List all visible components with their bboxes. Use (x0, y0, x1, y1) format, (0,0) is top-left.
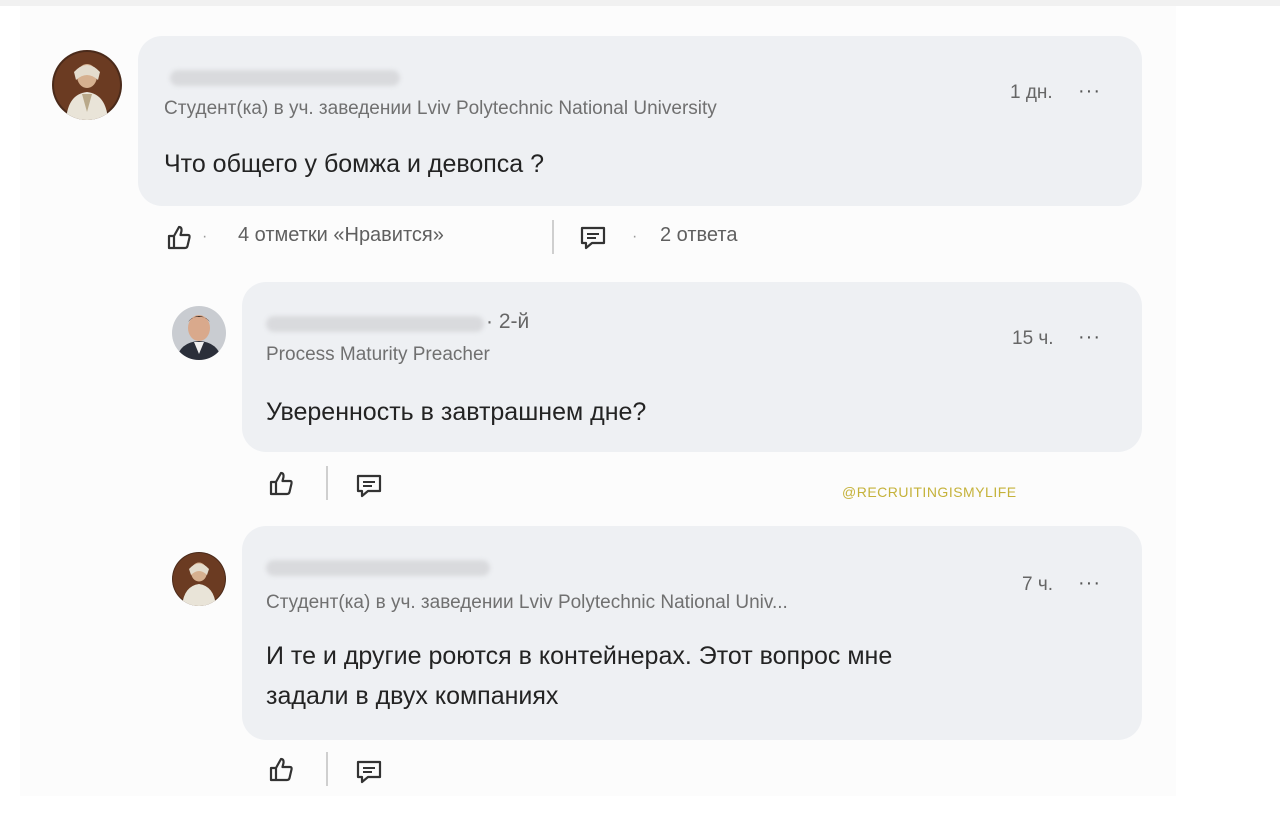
separator-dot: · (202, 228, 208, 245)
bottom-margin (0, 796, 1280, 840)
comment-icon (356, 760, 382, 784)
comment-more-button[interactable]: ··· (1078, 80, 1101, 103)
reply1-like-button[interactable] (268, 470, 294, 496)
commenter-name-redacted (170, 70, 400, 86)
reply1-name-redacted (266, 316, 484, 332)
thumbs-up-icon (167, 225, 191, 250)
reply2-like-button[interactable] (268, 756, 294, 782)
page: Студент(ка) в уч. заведении Lviv Polytec… (0, 0, 1280, 840)
reply2-reply-button[interactable] (356, 760, 382, 784)
thumbs-up-icon (269, 757, 293, 782)
comments-feed: Студент(ка) в уч. заведении Lviv Polytec… (20, 6, 1176, 796)
comment-icon (356, 474, 382, 498)
reply2-text-line1: И те и другие роются в контейнерах. Этот… (266, 642, 893, 670)
reply2-timestamp: 7 ч. (1022, 574, 1054, 595)
reply1-timestamp: 15 ч. (1012, 328, 1054, 349)
commenter-headline: Студент(ка) в уч. заведении Lviv Polytec… (164, 98, 717, 119)
actions-divider (326, 466, 328, 500)
comment-timestamp: 1 дн. (1010, 82, 1053, 103)
comment-replies-count[interactable]: 2 ответа (660, 224, 737, 247)
comment-text: Что общего у бомжа и девопса ? (164, 150, 545, 178)
actions-divider (326, 752, 328, 786)
reply2-bubble: Студент(ка) в уч. заведении Lviv Polytec… (242, 526, 1142, 740)
reply2-name-redacted (266, 560, 490, 576)
reply2-avatar[interactable] (172, 552, 226, 606)
reply2-headline: Студент(ка) в уч. заведении Lviv Polytec… (266, 592, 788, 613)
reply1-more-button[interactable]: ··· (1078, 326, 1101, 349)
thumbs-up-icon (269, 471, 293, 496)
commenter-avatar[interactable] (52, 50, 122, 120)
reply1-bubble: · 2-й Process Maturity Preacher 15 ч. ··… (242, 282, 1142, 452)
comment-reply-button[interactable] (580, 226, 606, 250)
comment-bubble: Студент(ка) в уч. заведении Lviv Polytec… (138, 36, 1142, 206)
reply1-avatar[interactable] (172, 306, 226, 360)
comment-likes-count[interactable]: 4 отметки «Нравится» (238, 224, 444, 247)
reply1-reply-button[interactable] (356, 474, 382, 498)
reply2-more-button[interactable]: ··· (1078, 572, 1101, 595)
comment-like-button[interactable] (166, 224, 192, 250)
watermark: @RECRUITINGISMYLIFE (842, 484, 1017, 500)
actions-divider (552, 220, 554, 254)
reply1-headline: Process Maturity Preacher (266, 344, 490, 365)
separator-dot: · (632, 228, 638, 245)
reply1-text: Уверенность в завтрашнем дне? (266, 398, 647, 426)
comment-icon (580, 226, 606, 250)
reply1-connection-degree: · 2-й (486, 310, 530, 333)
reply2-text-line2: задали в двух компаниях (266, 682, 559, 710)
